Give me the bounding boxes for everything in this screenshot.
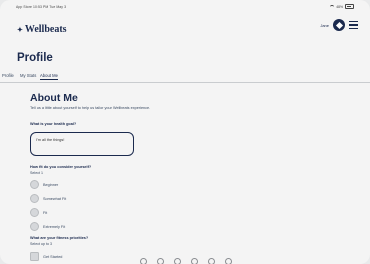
option-label: Beginner [43, 182, 59, 187]
tablet-screen: App Store 10:53 PM Tue May 3 48% ✦ Wellb… [0, 0, 370, 264]
section-title: About Me [30, 92, 78, 104]
hamburger-menu-icon[interactable] [349, 21, 358, 29]
checkbox-option-get-started[interactable]: Get Started [30, 252, 62, 261]
radio-button[interactable] [30, 194, 39, 203]
option-label: Somewhat Fit [43, 196, 67, 201]
radio-option-extremely-fit[interactable]: Extremely Fit [30, 222, 65, 231]
wifi-icon [330, 4, 335, 9]
option-label: Extremely Fit [43, 224, 66, 229]
status-bar: App Store 10:53 PM Tue May 3 48% [0, 0, 370, 12]
fitness-level-label: How fit do you consider yourself? [30, 165, 92, 169]
dock-icon[interactable] [140, 258, 147, 264]
dock-icon[interactable] [174, 258, 181, 264]
radio-button[interactable] [30, 180, 39, 189]
option-label: Fit [43, 210, 48, 215]
fitness-level-hint: Select 1 [30, 171, 43, 175]
dock-icon[interactable] [157, 258, 164, 264]
tab-my-stats[interactable]: My Stats [20, 73, 36, 78]
wellbeats-logo[interactable]: ✦ Wellbeats [17, 24, 67, 35]
radio-option-beginner[interactable]: Beginner [30, 180, 58, 189]
logo-star-icon: ✦ [17, 25, 23, 34]
page-title: Profile [17, 52, 53, 64]
tab-about-me[interactable]: About Me [40, 73, 58, 80]
health-goal-label: What is your health goal? [30, 122, 77, 126]
fitness-priorities-hint: Select up to 3 [30, 242, 52, 246]
checkbox[interactable] [30, 252, 39, 261]
battery-icon [345, 4, 354, 9]
dock-icon[interactable] [191, 258, 198, 264]
app-header: ✦ Wellbeats Jane [0, 12, 370, 40]
user-name[interactable]: Jane [320, 23, 329, 28]
status-indicators: 48% [330, 4, 354, 9]
status-time: App Store 10:53 PM Tue May 3 [16, 5, 67, 9]
radio-button[interactable] [30, 208, 39, 217]
radio-button[interactable] [30, 222, 39, 231]
logo-text: Wellbeats [24, 24, 67, 35]
battery-percent: 48% [336, 4, 343, 9]
user-area: Jane [320, 19, 358, 31]
bottom-dock [140, 258, 232, 264]
tab-profile[interactable]: Profile [2, 73, 14, 78]
fitness-priorities-label: What are your fitness priorities? [30, 236, 89, 240]
profile-tabs: Profile My Stats About Me [0, 72, 370, 83]
radio-option-fit[interactable]: Fit [30, 208, 47, 217]
option-label: Get Started [43, 254, 63, 259]
dock-icon[interactable] [225, 258, 232, 264]
health-goal-input[interactable]: I'm all the things! [30, 132, 134, 156]
radio-option-somewhat-fit[interactable]: Somewhat Fit [30, 194, 66, 203]
avatar[interactable] [333, 19, 345, 31]
section-subtitle: Tell us a little about yourself to help … [30, 106, 151, 110]
dock-icon[interactable] [208, 258, 215, 264]
health-goal-value: I'm all the things! [36, 138, 65, 142]
